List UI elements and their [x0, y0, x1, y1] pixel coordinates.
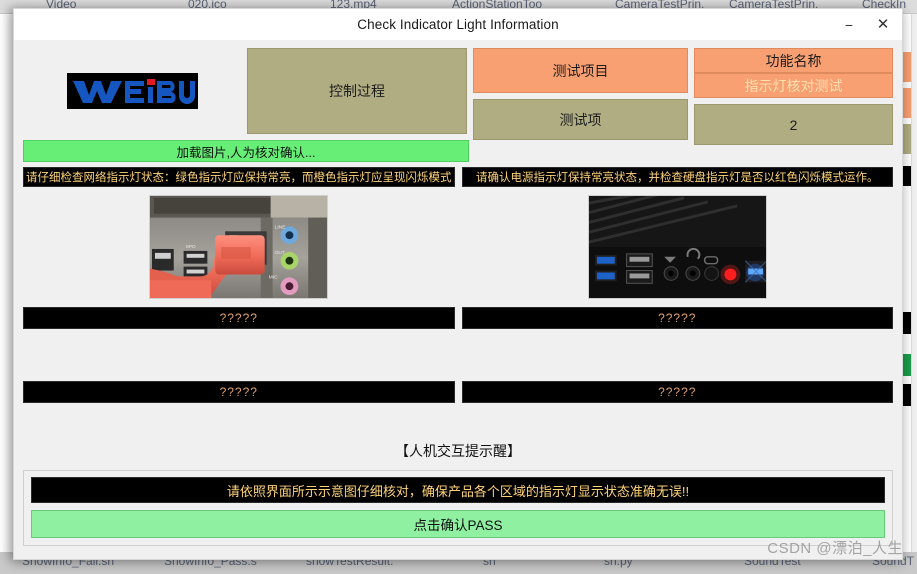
photo-cell-left: SPD LINE OUT MIC	[23, 195, 455, 299]
function-name-value: 指示灯核对测试	[694, 73, 893, 98]
confirm-pass-button[interactable]: 点击确认PASS	[31, 510, 885, 538]
pc-rear-io-ethernet-photo: SPD LINE OUT MIC	[149, 195, 329, 299]
dialog-body: 控制过程 测试项目 测试项 功能名称 指示灯核对测试 2 加载图片,人为核对确认…	[14, 40, 902, 559]
placeholder-row-1: ????? ?????	[23, 307, 893, 329]
logo-cell	[23, 48, 241, 134]
pc-front-panel-indicator-photo	[587, 195, 767, 299]
test-info-grid: 测试项目 测试项 功能名称 指示灯核对测试 2	[473, 48, 893, 145]
network-led-instruction: 请仔细检查网络指示灯状态：绿色指示灯应保持常亮，而橙色指示灯应呈现闪烁模式	[23, 167, 455, 187]
interaction-box: 请依照界面所示示意图仔细核对，确保产品各个区域的指示灯显示状态准确无误!! 点击…	[23, 470, 893, 546]
placeholder-row-2: ????? ?????	[23, 381, 893, 403]
status-spacer	[475, 140, 893, 162]
placeholder-right-2: ?????	[461, 381, 893, 403]
svg-text:LINE: LINE	[275, 224, 287, 230]
test-info-values-column: 功能名称 指示灯核对测试 2	[694, 48, 893, 145]
close-icon[interactable]: ✕	[866, 9, 900, 40]
background-scrollbar[interactable]	[911, 14, 917, 552]
test-item-label: 测试项目	[473, 48, 688, 93]
placeholder-right-1: ?????	[461, 307, 893, 329]
svg-text:OUT: OUT	[275, 250, 285, 256]
weibu-logo	[66, 73, 198, 109]
header-row: 控制过程 测试项目 测试项 功能名称 指示灯核对测试 2	[23, 48, 893, 145]
placeholder-left-2: ?????	[23, 381, 455, 403]
dialog-title: Check Indicator Light Information	[357, 17, 559, 32]
photo-row: SPD LINE OUT MIC	[23, 195, 893, 299]
instruction-row: 请仔细检查网络指示灯状态：绿色指示灯应保持常亮，而橙色指示灯应呈现闪烁模式 请确…	[23, 167, 893, 187]
power-led-instruction: 请确认电源指示灯保持常亮状态，并检查硬盘指示灯是否以红色闪烁模式运作。	[461, 167, 893, 187]
test-index-label: 测试项	[473, 99, 688, 140]
check-indicator-light-dialog: Check Indicator Light Information − ✕ 控制…	[13, 8, 903, 560]
control-process-cell: 控制过程	[247, 48, 467, 134]
photo-cell-right	[462, 195, 894, 299]
placeholder-left-1: ?????	[23, 307, 455, 329]
status-row: 加载图片,人为核对确认...	[23, 140, 893, 162]
loading-status-bar: 加载图片,人为核对确认...	[23, 140, 469, 162]
function-name-label: 功能名称	[694, 48, 893, 73]
svg-text:MIC: MIC	[269, 274, 278, 280]
test-index-value: 2	[694, 104, 893, 145]
minimize-button[interactable]: −	[832, 9, 866, 40]
interaction-warning-bar: 请依照界面所示示意图仔细核对，确保产品各个区域的指示灯显示状态准确无误!!	[31, 477, 885, 503]
svg-text:SPD: SPD	[186, 244, 197, 250]
dialog-titlebar[interactable]: Check Indicator Light Information − ✕	[14, 9, 902, 40]
test-info-labels-column: 测试项目 测试项	[473, 48, 688, 140]
interaction-prompt-title: 【人机交互提示醒】	[395, 443, 521, 459]
